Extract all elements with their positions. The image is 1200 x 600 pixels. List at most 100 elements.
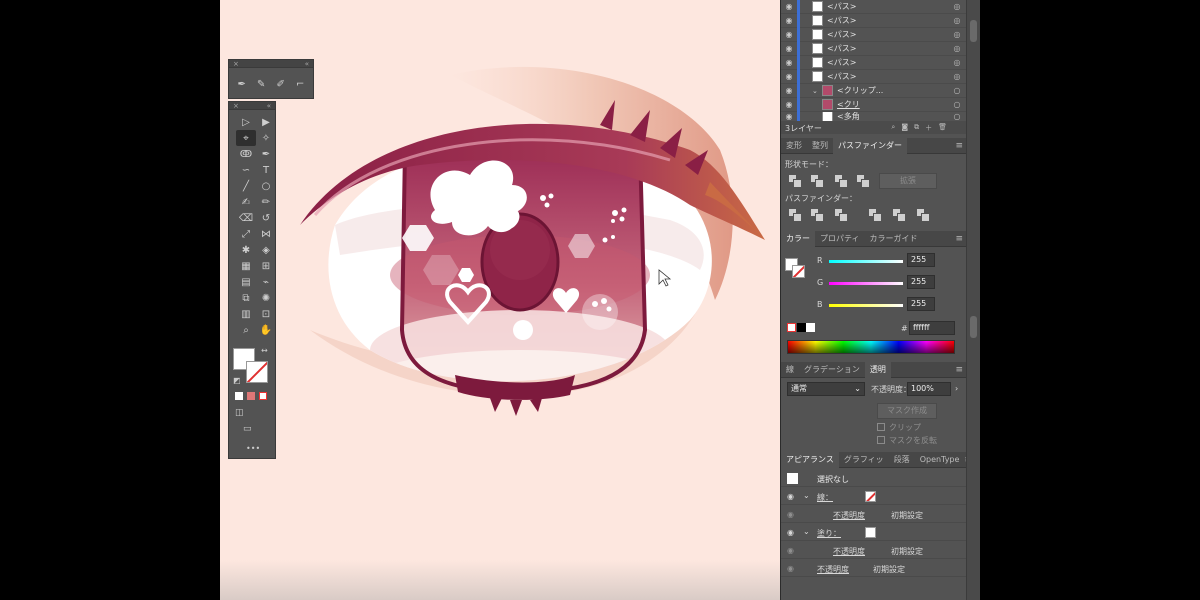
layer-row[interactable]: ◉ <パス> ◎ xyxy=(781,55,967,70)
blend-mode-select[interactable]: 通常 ⌄ xyxy=(787,382,865,396)
target-icon[interactable]: ◎ xyxy=(947,30,967,39)
layer-row[interactable]: ◉ <パス> ◎ xyxy=(781,13,967,28)
line-tool-icon[interactable]: ╱ xyxy=(236,178,256,194)
layer-row[interactable]: ◉ <クリ ○ xyxy=(781,97,967,112)
curvature-tool-icon[interactable]: ∽ xyxy=(236,162,256,178)
appearance-object-opacity-row[interactable]: ◉ 不透明度 初期設定 xyxy=(781,560,967,577)
artboard-tool-icon[interactable]: ⊡ xyxy=(256,306,276,322)
color-fill-stroke-swatch[interactable] xyxy=(785,258,805,280)
merge-icon[interactable] xyxy=(835,209,848,222)
new-sublayer-icon[interactable]: ⧉ xyxy=(914,123,919,133)
intersect-icon[interactable] xyxy=(835,175,848,188)
target-icon[interactable]: ○ xyxy=(947,100,967,109)
chevron-right-icon[interactable]: › xyxy=(955,384,958,393)
visibility-eye-icon[interactable]: ◉ xyxy=(787,510,794,519)
visibility-eye-icon[interactable]: ◉ xyxy=(781,100,797,109)
more-tools-icon[interactable]: ••• xyxy=(246,444,260,453)
opacity-field[interactable]: 100% xyxy=(907,382,951,396)
layer-row[interactable]: ◉ <パス> ◎ xyxy=(781,27,967,42)
tab-properties[interactable]: プロパティ xyxy=(815,231,865,247)
gradient-mode-icon[interactable] xyxy=(247,392,255,400)
width-tool-icon[interactable]: ⋈ xyxy=(256,226,276,242)
zoom-tool-icon[interactable]: ⌕ xyxy=(236,322,256,338)
tab-stroke[interactable]: 線 xyxy=(781,362,799,378)
close-icon[interactable]: × xyxy=(233,102,239,110)
transparency-tabbar[interactable]: 線 グラデーション 透明 ≡ xyxy=(781,361,967,378)
selection-tool-icon[interactable]: ▶ xyxy=(256,114,276,130)
tab-color[interactable]: カラー xyxy=(781,230,815,247)
target-icon[interactable]: ○ xyxy=(947,86,967,95)
paintbrush-tool-icon[interactable]: ✍ xyxy=(236,194,256,210)
visibility-eye-icon[interactable]: ◉ xyxy=(781,58,797,67)
layer-name[interactable]: <パス> xyxy=(827,57,947,68)
r-slider[interactable] xyxy=(829,260,903,263)
layer-name[interactable]: <クリ xyxy=(837,99,947,110)
appearance-fill-row[interactable]: ◉ ⌄ 塗り： xyxy=(781,524,967,541)
layer-row[interactable]: ◉ <パス> ◎ xyxy=(781,41,967,56)
minus-back-icon[interactable] xyxy=(917,209,930,222)
panel-grip[interactable]: × « xyxy=(229,60,313,68)
exclude-icon[interactable] xyxy=(857,175,870,188)
default-colors-icon[interactable]: ◩ xyxy=(233,376,241,385)
visibility-eye-icon[interactable]: ◉ xyxy=(781,44,797,53)
b-value-field[interactable]: 255 xyxy=(907,297,935,311)
opacity-link[interactable]: 不透明度 xyxy=(833,510,865,521)
fill-white-swatch[interactable] xyxy=(865,527,876,538)
hand-tool-icon[interactable]: ✋ xyxy=(256,322,276,338)
layer-name[interactable]: <パス> xyxy=(827,1,947,12)
tab-graphic-styles[interactable]: グラフィッ xyxy=(839,452,889,468)
opacity-link[interactable]: 不透明度 xyxy=(817,564,849,575)
layer-row[interactable]: ◉ <パス> ◎ xyxy=(781,69,967,84)
visibility-eye-icon[interactable]: ◉ xyxy=(781,30,797,39)
stroke-swatch[interactable] xyxy=(246,361,268,383)
trim-icon[interactable] xyxy=(811,209,824,222)
layer-name[interactable]: <多角 xyxy=(837,112,947,121)
symbol-sprayer-tool-icon[interactable]: ✺ xyxy=(256,290,276,306)
clip-checkbox[interactable] xyxy=(877,423,885,431)
appearance-fill-opacity-row[interactable]: ◉ 不透明度 初期設定 xyxy=(781,542,967,559)
locate-object-icon[interactable]: ⌕ xyxy=(891,123,895,133)
g-slider[interactable] xyxy=(829,282,903,285)
appearance-stroke-row[interactable]: ◉ ⌄ 線： xyxy=(781,488,967,505)
target-icon[interactable]: ◎ xyxy=(947,2,967,11)
stroke-none-swatch[interactable] xyxy=(865,491,876,502)
layer-name[interactable]: <パス> xyxy=(827,29,947,40)
outline-icon[interactable] xyxy=(893,209,906,222)
group-selection-tool-icon[interactable]: ⌖ xyxy=(236,130,256,146)
target-icon[interactable]: ◎ xyxy=(947,44,967,53)
tab-pathfinder[interactable]: パスファインダー xyxy=(833,137,907,154)
panel-scroll-thumb[interactable] xyxy=(970,316,977,338)
color-mode-icon[interactable] xyxy=(235,392,243,400)
screen-mode-icon[interactable]: ▭ xyxy=(243,424,252,434)
blend-tool-icon[interactable]: ⧉ xyxy=(236,290,256,306)
make-mask-button[interactable]: マスク作成 xyxy=(877,403,937,419)
new-layer-icon[interactable]: ＋ xyxy=(925,123,932,133)
layer-row[interactable]: ◉ <多角 ○ xyxy=(781,112,967,122)
ellipse-tool-icon[interactable]: ○ xyxy=(256,178,276,194)
add-anchor-tool-icon[interactable]: ✎ xyxy=(255,76,269,92)
none-color-icon[interactable] xyxy=(787,323,796,332)
expand-button[interactable]: 拡張 xyxy=(879,173,937,189)
target-icon[interactable]: ◎ xyxy=(947,16,967,25)
dock-scrollbar-strip[interactable] xyxy=(966,0,980,600)
stroke-label[interactable]: 線： xyxy=(817,492,833,503)
g-value-field[interactable]: 255 xyxy=(907,275,935,289)
black-color-icon[interactable] xyxy=(797,323,806,332)
layer-row[interactable]: ◉ <パス> ◎ xyxy=(781,0,967,14)
tab-appearance[interactable]: アピアランス xyxy=(781,451,839,468)
perspective-grid-tool-icon[interactable]: ▦ xyxy=(236,258,256,274)
visibility-eye-icon[interactable]: ◉ xyxy=(787,492,794,501)
unite-icon[interactable] xyxy=(789,175,802,188)
tab-align[interactable]: 整列 xyxy=(807,138,833,154)
visibility-eye-icon[interactable]: ◉ xyxy=(781,112,797,121)
hex-field[interactable]: ffffff xyxy=(909,321,955,335)
puppet-warp-tool-icon[interactable]: ✱ xyxy=(236,242,256,258)
target-icon[interactable]: ◎ xyxy=(947,72,967,81)
panel-grip[interactable]: × « xyxy=(229,102,275,110)
visibility-eye-icon[interactable]: ◉ xyxy=(787,528,794,537)
target-icon[interactable]: ○ xyxy=(947,112,967,121)
tab-gradient[interactable]: グラデーション xyxy=(799,362,865,378)
color-tabbar[interactable]: カラー プロパティ カラーガイド ≡ xyxy=(781,230,967,247)
visibility-eye-icon[interactable]: ◉ xyxy=(781,2,797,11)
chevron-down-icon[interactable]: ⌄ xyxy=(803,491,810,500)
